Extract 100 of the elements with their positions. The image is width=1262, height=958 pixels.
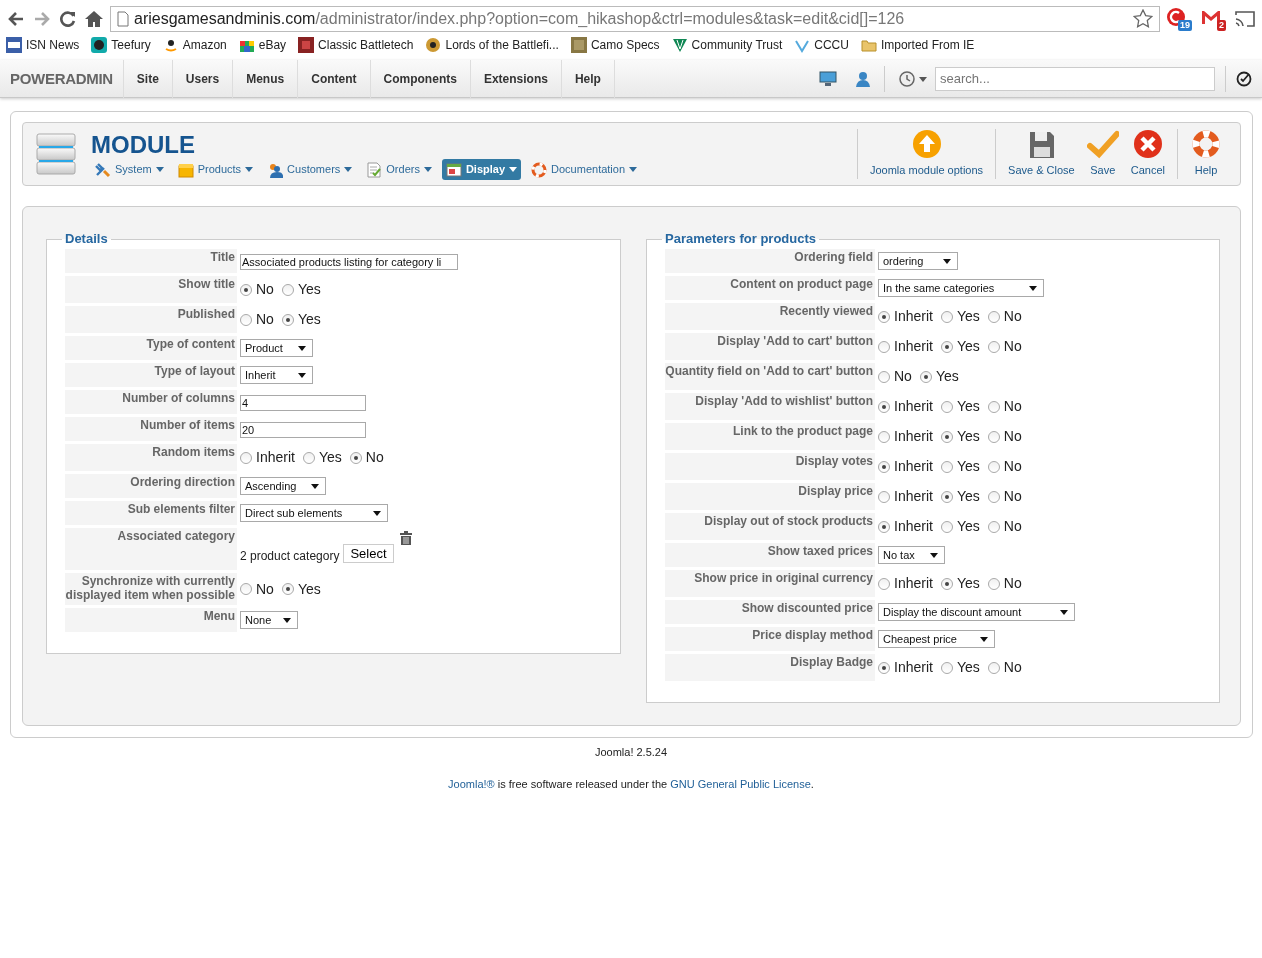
radio-button[interactable] — [240, 283, 252, 296]
radio-button[interactable] — [349, 451, 362, 464]
radio-button[interactable] — [240, 451, 252, 464]
radio-button[interactable] — [919, 370, 932, 383]
radio-button[interactable] — [878, 400, 890, 413]
bookmark[interactable]: Amazon — [162, 36, 227, 54]
bookmark[interactable]: ISN News — [6, 36, 80, 54]
extension-button[interactable]: 19 — [1166, 7, 1192, 31]
radio-button[interactable] — [281, 583, 294, 595]
nav-menu-item[interactable]: Help — [560, 59, 615, 98]
radio-button[interactable] — [987, 340, 1000, 353]
bookmark[interactable]: Community Trust — [671, 36, 783, 54]
bookmark[interactable]: Lords of the Battlefi... — [425, 36, 559, 54]
radio-button[interactable] — [878, 430, 890, 443]
nav-menu-item[interactable]: Content — [297, 59, 370, 98]
bookmark[interactable]: Camo Specs — [570, 36, 660, 54]
radio-label: Inherit — [894, 427, 933, 446]
dropdown[interactable]: Cheapest price — [878, 630, 995, 648]
clock-icon[interactable] — [899, 70, 927, 87]
nav-menu-item[interactable]: Users — [171, 59, 233, 98]
reload-icon[interactable] — [58, 9, 78, 29]
radio-label: No — [1003, 427, 1022, 446]
dropdown[interactable]: Direct sub elements — [240, 504, 388, 522]
menu-dropdown[interactable]: Orders — [362, 159, 436, 180]
radio-button[interactable] — [987, 460, 1000, 473]
toolbar-button[interactable]: Save & Close — [1002, 129, 1081, 179]
bookmark[interactable]: CCCU — [794, 36, 849, 54]
radio-button[interactable] — [302, 451, 315, 464]
nav-menu-item[interactable]: Menus — [232, 59, 298, 98]
radio-button[interactable] — [878, 340, 890, 353]
menu-dropdown[interactable]: Customers — [263, 159, 357, 180]
link[interactable]: GNU General Public License — [670, 777, 811, 790]
menu-dropdown[interactable]: Products — [173, 159, 258, 180]
dropdown[interactable]: None — [240, 611, 299, 629]
checkmark-circle-icon[interactable] — [1236, 70, 1252, 87]
text-field[interactable]: 20 — [240, 422, 366, 438]
mail-button[interactable]: 2 — [1200, 7, 1226, 31]
dropdown[interactable]: Ascending — [240, 477, 326, 495]
bookmark[interactable]: Teefury — [91, 36, 151, 54]
radio-button[interactable] — [987, 577, 1000, 590]
radio-button[interactable] — [987, 520, 1000, 533]
bookmark[interactable]: Classic Battletech — [298, 36, 414, 54]
cast-icon[interactable] — [1234, 10, 1256, 28]
radio-button[interactable] — [878, 520, 890, 533]
text-field[interactable]: Associated products listing for category li — [240, 254, 458, 270]
text-field[interactable]: 4 — [240, 395, 366, 411]
radio-button[interactable] — [987, 310, 1000, 323]
radio-button[interactable] — [878, 310, 890, 323]
menu-dropdown[interactable]: Documentation — [527, 159, 642, 180]
radio-button[interactable] — [281, 283, 294, 296]
bookmark[interactable]: eBay — [238, 36, 287, 54]
radio-button[interactable] — [940, 340, 953, 353]
radio-button[interactable] — [987, 430, 1000, 443]
radio-button[interactable] — [940, 310, 953, 323]
bookmark[interactable]: Imported From IE — [860, 36, 975, 54]
radio-button[interactable] — [878, 661, 890, 674]
radio-button[interactable] — [878, 490, 890, 503]
radio-label: No — [256, 310, 274, 329]
radio-button[interactable] — [940, 460, 953, 473]
link[interactable]: Joomla!® — [448, 777, 495, 790]
dropdown[interactable]: Display the discount amount — [878, 603, 1076, 621]
radio-button[interactable] — [940, 661, 953, 674]
search-field[interactable]: search... — [935, 66, 1215, 91]
radio-button[interactable] — [987, 400, 1000, 413]
radio-button[interactable] — [878, 370, 890, 383]
dropdown[interactable]: ordering — [878, 252, 958, 270]
star-icon[interactable] — [1133, 9, 1153, 29]
dropdown[interactable]: Inherit — [240, 366, 314, 384]
radio-button[interactable] — [281, 313, 294, 326]
radio-button[interactable] — [940, 520, 953, 533]
radio-button[interactable] — [240, 313, 252, 326]
toolbar-button[interactable]: Save — [1080, 129, 1125, 179]
user-icon[interactable] — [855, 70, 871, 87]
radio-button[interactable] — [940, 430, 953, 443]
toolbar-button[interactable]: Cancel — [1124, 129, 1171, 179]
nav-menu-item[interactable]: Site — [122, 59, 172, 98]
address-bar[interactable]: ariesgamesandminis.com/administrator/index.php?option=com_hikashop&ctrl=modules&task=edit&cid[]=126 — [110, 6, 1160, 32]
dropdown[interactable]: In the same categories — [878, 279, 1045, 297]
home-icon[interactable] — [84, 9, 104, 29]
nav-menu-item[interactable]: Extensions — [469, 59, 561, 98]
dropdown[interactable]: No tax — [878, 546, 946, 564]
trash-icon[interactable] — [399, 531, 412, 545]
radio-button[interactable] — [940, 400, 953, 413]
radio-button[interactable] — [940, 577, 953, 590]
menu-dropdown[interactable]: System — [91, 159, 168, 180]
radio-label: Yes — [297, 280, 321, 299]
field-label: Number of columns — [65, 390, 237, 414]
radio-button[interactable] — [878, 577, 890, 590]
select-button[interactable]: Select — [343, 544, 394, 563]
monitor-icon[interactable] — [819, 70, 837, 87]
radio-button[interactable] — [240, 583, 252, 595]
nav-menu-item[interactable]: Components — [369, 59, 470, 98]
radio-button[interactable] — [987, 490, 1000, 503]
radio-button[interactable] — [878, 460, 890, 473]
menu-dropdown[interactable]: Display — [441, 159, 522, 180]
radio-button[interactable] — [940, 490, 953, 503]
radio-button[interactable] — [987, 661, 1000, 674]
dropdown[interactable]: Product — [240, 339, 314, 357]
toolbar-button[interactable]: Help — [1184, 129, 1228, 179]
toolbar-button[interactable]: Joomla module options — [863, 129, 990, 179]
